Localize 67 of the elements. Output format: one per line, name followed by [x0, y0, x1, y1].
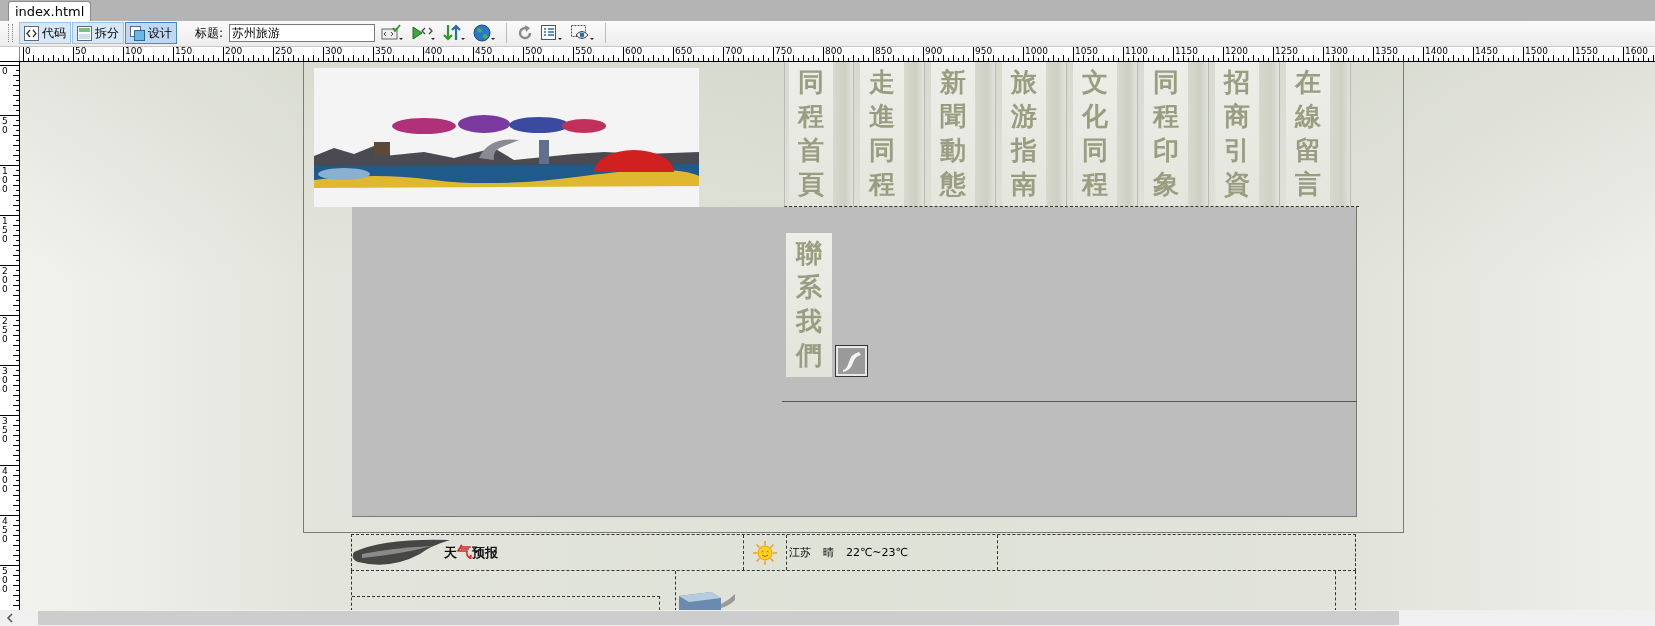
ruler-label: 250 — [2, 317, 9, 344]
sun-icon — [752, 539, 778, 566]
ruler-label: 450 — [2, 517, 9, 544]
ruler-label: 750 — [775, 47, 793, 57]
ruler-label: 450 — [475, 47, 493, 57]
ruler-label: 1350 — [1375, 47, 1398, 57]
document-tab[interactable]: index.html — [8, 0, 92, 21]
view-button[interactable]: 拆分 — [72, 22, 124, 45]
ruler-label: 350 — [375, 47, 393, 57]
up-down-arrows-icon[interactable] — [443, 24, 468, 43]
view-button[interactable]: 代码 — [19, 22, 71, 45]
ruler-label: 1150 — [1175, 47, 1198, 57]
ruler-label: 100 — [125, 47, 143, 57]
ruler-label: 400 — [425, 47, 443, 57]
ruler-label: 1200 — [1225, 47, 1248, 57]
ruler-label: 650 — [675, 47, 693, 57]
weather-condition: 晴 — [823, 545, 834, 560]
ruler-label: 700 — [725, 47, 743, 57]
title-field[interactable]: 苏州旅游 — [229, 24, 376, 43]
ruler-label: 1000 — [1025, 47, 1048, 57]
ruler-label: 300 — [2, 367, 9, 394]
ruler-label: 150 — [2, 217, 9, 244]
ruler-label: 1100 — [1125, 47, 1148, 57]
play-icon[interactable] — [411, 24, 438, 43]
ruler-label: 200 — [2, 267, 9, 294]
scrollbar-thumb[interactable] — [38, 611, 1399, 625]
ruler-label: 1300 — [1325, 47, 1348, 57]
ruler-label: 800 — [825, 47, 843, 57]
ruler-label: 350 — [2, 417, 9, 444]
ruler-label: 200 — [225, 47, 243, 57]
ruler-label: 250 — [275, 47, 293, 57]
ruler-label: 300 — [325, 47, 343, 57]
ruler-label: 1400 — [1425, 47, 1448, 57]
flash-icon — [835, 345, 868, 377]
ruler-label: 550 — [575, 47, 593, 57]
ruler-label: 100 — [2, 167, 9, 194]
ruler-label: 1450 — [1475, 47, 1498, 57]
ruler-label: 150 — [175, 47, 193, 57]
ruler-label: 0 — [2, 67, 9, 76]
eye-icon[interactable] — [570, 24, 597, 43]
slab-icon — [677, 590, 737, 610]
ruler-label: 50 — [75, 47, 87, 57]
ruler-label: 1250 — [1275, 47, 1298, 57]
ruler-label: 50 — [2, 117, 9, 135]
ruler-label: 900 — [925, 47, 943, 57]
ruler-label: 950 — [975, 47, 993, 57]
split-view-icon — [77, 25, 92, 41]
design-view-icon — [130, 25, 145, 41]
ruler-label: 500 — [525, 47, 543, 57]
title-label: 标题: — [195, 24, 224, 42]
ruler-label: 1550 — [1575, 47, 1598, 57]
ruler-label: 1050 — [1075, 47, 1098, 57]
ruler-label: 600 — [625, 47, 643, 57]
code-icon — [24, 25, 39, 41]
weather-region: 江苏 — [789, 545, 811, 560]
ruler-label: 0 — [25, 47, 31, 57]
weather-temperature: 22℃~23℃ — [846, 546, 908, 559]
weather-heading: 天气预报 — [444, 543, 498, 562]
ruler-label: 500 — [2, 567, 9, 594]
ruler-label: 850 — [875, 47, 893, 57]
view-button[interactable]: 设计 — [125, 22, 177, 45]
window-check-icon[interactable] — [381, 24, 406, 43]
ruler-label: 1600 — [1625, 47, 1648, 57]
ruler-label: 400 — [2, 467, 9, 494]
list-icon[interactable] — [540, 24, 565, 43]
globe-icon[interactable] — [473, 24, 498, 43]
ruler-label: 1500 — [1525, 47, 1548, 57]
